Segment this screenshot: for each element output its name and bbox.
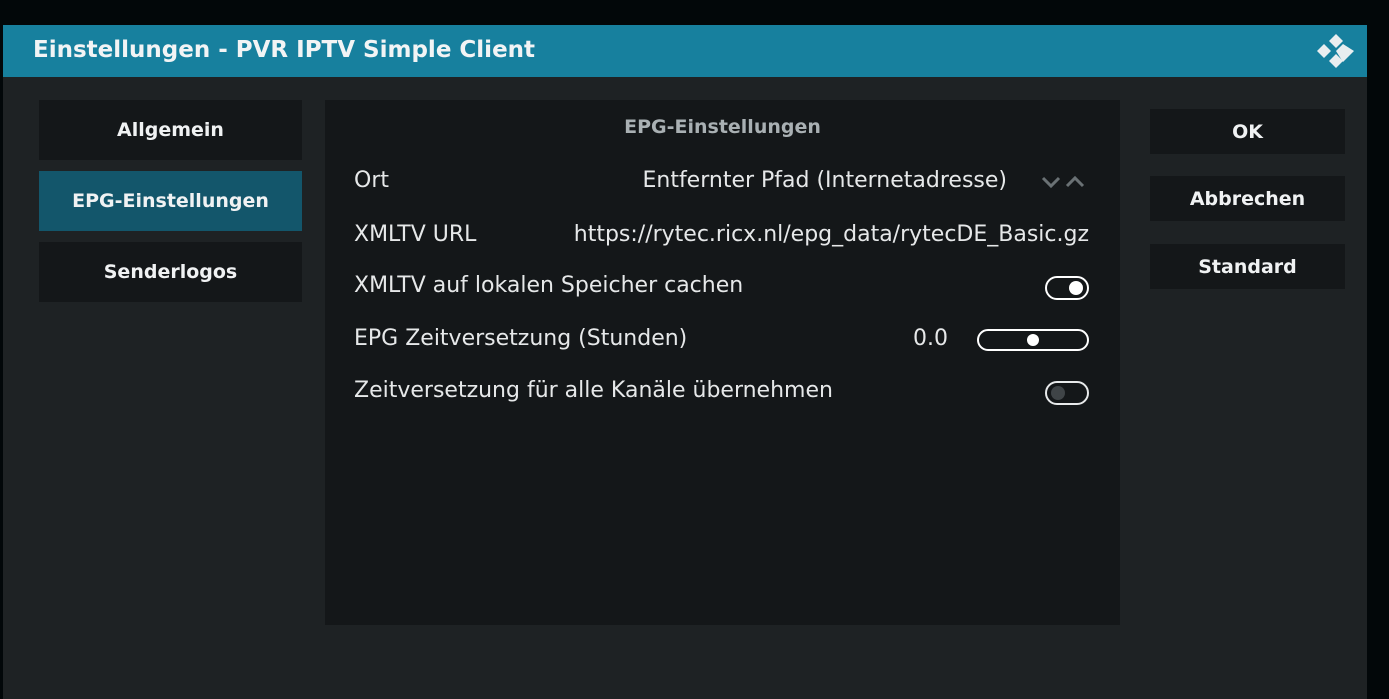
- setting-label: Ort: [354, 168, 389, 193]
- toggle-knob: [1069, 281, 1083, 295]
- setting-label: EPG Zeitversetzung (Stunden): [354, 326, 688, 351]
- setting-label: Zeitversetzung für alle Kanäle übernehme…: [354, 378, 833, 403]
- offset-slider[interactable]: [977, 329, 1089, 351]
- ok-button-label: OK: [1232, 120, 1263, 143]
- setting-value: https://rytec.ricx.nl/epg_data/rytecDE_B…: [573, 222, 1089, 247]
- default-button[interactable]: Standard: [1150, 244, 1345, 289]
- spinner-arrows-icon[interactable]: [1041, 172, 1089, 192]
- kodi-logo-icon: [1317, 34, 1354, 68]
- setting-row-epg-zeitversetzung[interactable]: EPG Zeitversetzung (Stunden) 0.0: [354, 320, 1089, 360]
- setting-label: XMLTV auf lokalen Speicher cachen: [354, 273, 744, 298]
- slider-knob[interactable]: [1027, 334, 1039, 346]
- toggle-switch[interactable]: [1045, 276, 1089, 300]
- sidebar-item-allgemein[interactable]: Allgemein: [39, 100, 302, 160]
- toggle-switch[interactable]: [1045, 381, 1089, 405]
- cancel-button-label: Abbrechen: [1189, 187, 1306, 210]
- title-bar: Einstellungen - PVR IPTV Simple Client: [3, 25, 1367, 77]
- default-button-label: Standard: [1198, 255, 1297, 278]
- cancel-button[interactable]: Abbrechen: [1150, 176, 1345, 221]
- setting-value: 0.0: [913, 326, 948, 351]
- ok-button[interactable]: OK: [1150, 109, 1345, 154]
- setting-row-xmltv-cache[interactable]: XMLTV auf lokalen Speicher cachen: [354, 267, 1089, 307]
- settings-dialog: Einstellungen - PVR IPTV Simple Client A…: [3, 25, 1367, 699]
- toggle-knob: [1051, 386, 1065, 400]
- sidebar-item-label: Senderlogos: [103, 261, 238, 283]
- dialog-title: Einstellungen - PVR IPTV Simple Client: [33, 37, 536, 63]
- setting-value: Entfernter Pfad (Internetadresse): [642, 168, 1007, 193]
- sidebar-item-label: EPG-Einstellungen: [72, 190, 269, 212]
- setting-row-xmltv-url[interactable]: XMLTV URL https://rytec.ricx.nl/epg_data…: [354, 216, 1089, 256]
- sidebar-item-label: Allgemein: [117, 119, 224, 141]
- sidebar-item-senderlogos[interactable]: Senderlogos: [39, 242, 302, 302]
- panel-title: EPG-Einstellungen: [624, 116, 821, 138]
- setting-label: XMLTV URL: [354, 222, 477, 247]
- settings-panel: EPG-Einstellungen Ort Entfernter Pfad (I…: [325, 100, 1120, 625]
- setting-row-ort[interactable]: Ort Entfernter Pfad (Internetadresse): [354, 162, 1089, 202]
- setting-row-zeitversetzung-alle[interactable]: Zeitversetzung für alle Kanäle übernehme…: [354, 372, 1089, 412]
- sidebar-item-epg-einstellungen[interactable]: EPG-Einstellungen: [39, 171, 302, 231]
